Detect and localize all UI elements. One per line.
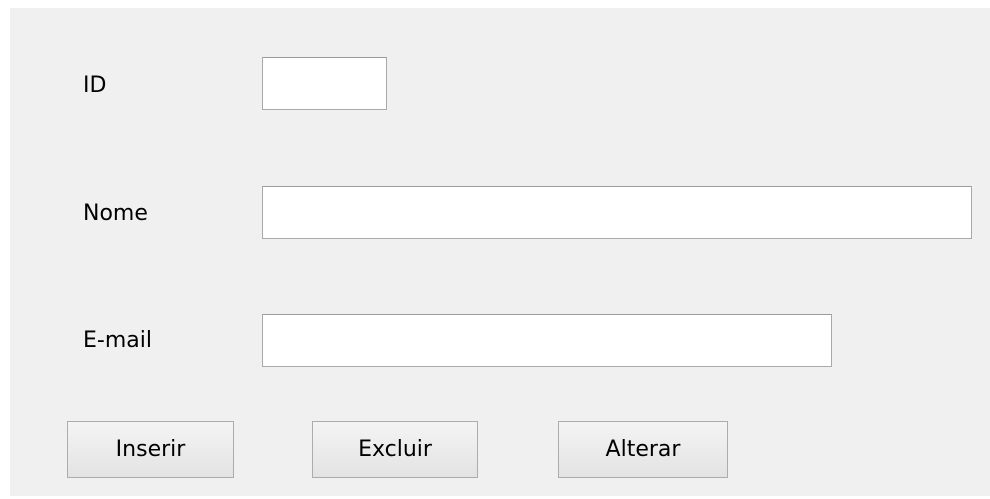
id-input[interactable] bbox=[262, 57, 387, 110]
alterar-button[interactable]: Alterar bbox=[558, 421, 728, 478]
email-label: E-mail bbox=[83, 328, 152, 353]
window-panel: ID Nome E-mail Inserir Excluir Alterar bbox=[0, 0, 990, 499]
email-input[interactable] bbox=[262, 314, 832, 367]
inserir-button[interactable]: Inserir bbox=[67, 421, 234, 478]
id-label: ID bbox=[83, 73, 107, 98]
nome-input[interactable] bbox=[262, 186, 972, 239]
nome-label: Nome bbox=[83, 201, 148, 226]
excluir-button[interactable]: Excluir bbox=[312, 421, 478, 478]
